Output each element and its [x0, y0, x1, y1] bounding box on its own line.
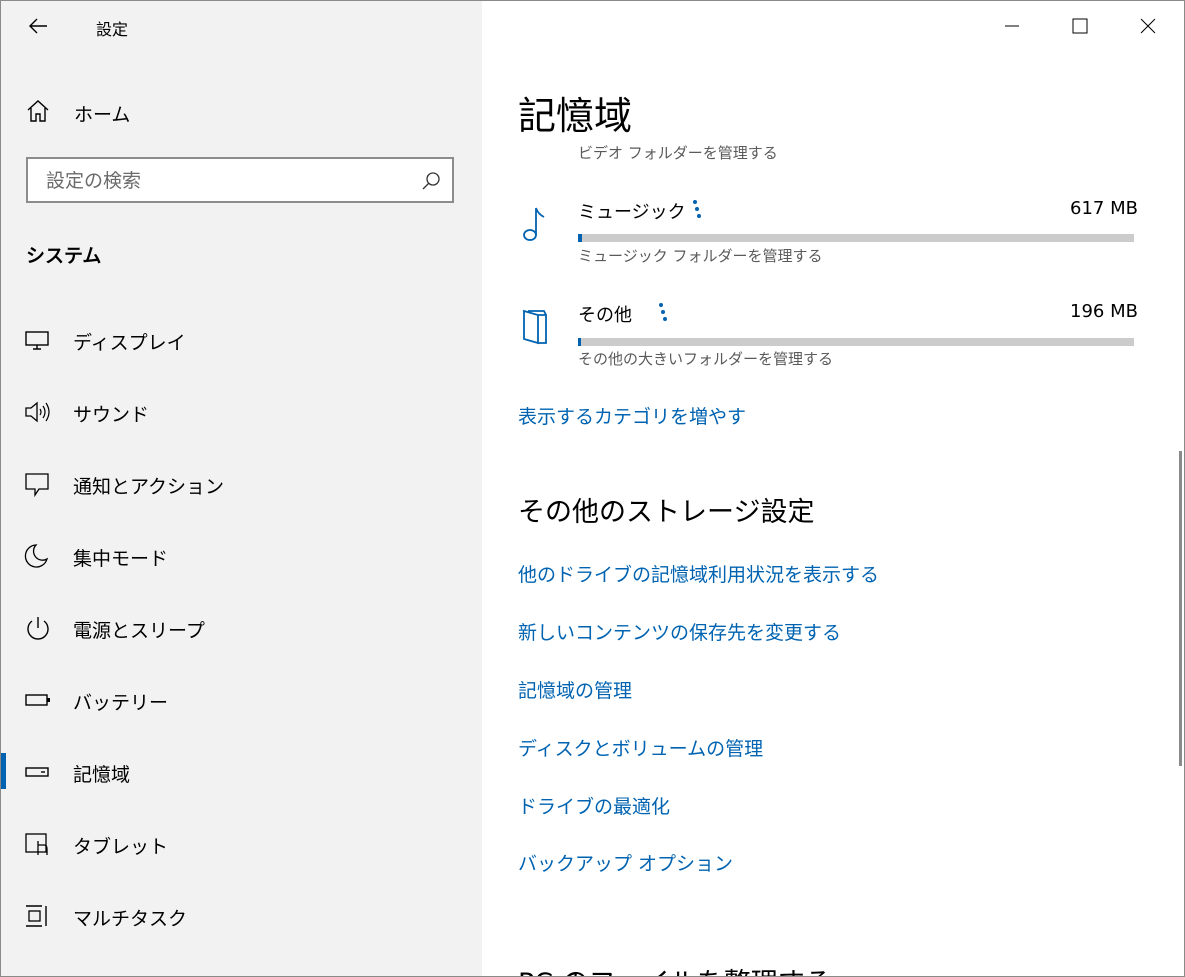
folder-icon — [523, 309, 547, 345]
multitask-icon — [26, 905, 47, 927]
category-desc: その他の大きいフォルダーを管理する — [578, 350, 834, 368]
sidebar-item-storage[interactable]: 記憶域 — [1, 749, 482, 795]
back-button[interactable] — [23, 11, 53, 41]
nav-home-label: ホーム — [74, 104, 131, 126]
close-icon — [1140, 18, 1156, 34]
category-name: その他 — [578, 305, 632, 326]
search-icon[interactable] — [420, 170, 442, 192]
usage-bar — [578, 338, 1134, 346]
back-arrow-icon — [29, 18, 47, 34]
category-other[interactable]: その他 196 MB その他の大きいフォルダーを管理する — [518, 301, 1138, 381]
sidebar-item-multitasking[interactable]: マルチタスク — [1, 893, 482, 939]
page-title: 記憶域 — [518, 94, 633, 138]
category-music[interactable]: ミュージック 617 MB ミュージック フォルダーを管理する — [518, 198, 1138, 278]
main-content: 記憶域 ビデオ フォルダーを管理する ミュージック 617 MB ミュージック … — [482, 1, 1184, 976]
category-desc: ミュージック フォルダーを管理する — [578, 247, 823, 265]
category-size: 196 MB — [1070, 301, 1138, 322]
sidebar: 設定 ホーム システム ディスプレイ — [1, 1, 482, 976]
monitor-icon — [25, 331, 49, 350]
usage-bar-fill — [578, 338, 582, 346]
optimize-drives-link[interactable]: ドライブの最適化 — [518, 792, 670, 819]
nav-home[interactable]: ホーム — [1, 89, 482, 133]
speaker-icon — [25, 401, 50, 423]
sidebar-item-power-sleep[interactable]: 電源とスリープ — [1, 605, 482, 651]
usage-bar — [578, 234, 1134, 242]
search-input[interactable] — [44, 167, 408, 195]
battery-icon — [25, 694, 50, 706]
sidebar-item-notifications[interactable]: 通知とアクション — [1, 461, 482, 507]
more-options-icon[interactable] — [658, 299, 668, 330]
sidebar-item-tablet[interactable]: タブレット — [1, 821, 482, 867]
video-manage-text: ビデオ フォルダーを管理する — [578, 144, 778, 162]
backup-options-link[interactable]: バックアップ オプション — [518, 849, 733, 876]
sidebar-item-label: 記憶域 — [73, 764, 131, 786]
show-more-categories-link[interactable]: 表示するカテゴリを増やす — [518, 402, 746, 429]
close-button[interactable] — [1114, 1, 1182, 51]
organize-files-heading: PC のファイルを整理する — [518, 961, 832, 976]
more-options-icon[interactable] — [692, 196, 702, 227]
storage-drive-icon — [25, 767, 49, 777]
sidebar-item-label: 集中モード — [73, 548, 169, 570]
change-save-location-link[interactable]: 新しいコンテンツの保存先を変更する — [518, 618, 841, 645]
tablet-icon — [25, 833, 48, 855]
sidebar-item-label: ディスプレイ — [73, 332, 186, 354]
sidebar-item-label: マルチタスク — [73, 908, 188, 930]
usage-bar-fill — [578, 234, 582, 242]
disk-volume-management-link[interactable]: ディスクとボリュームの管理 — [518, 734, 763, 761]
active-indicator — [1, 753, 6, 789]
sidebar-item-label: タブレット — [73, 836, 169, 858]
power-icon — [27, 617, 49, 640]
sidebar-item-label: 電源とスリープ — [73, 620, 205, 642]
manage-storage-spaces-link[interactable]: 記憶域の管理 — [518, 676, 632, 703]
notification-icon — [25, 473, 49, 497]
moon-icon — [24, 544, 49, 568]
sidebar-item-display[interactable]: ディスプレイ — [1, 317, 482, 363]
section-heading-system: システム — [26, 245, 102, 267]
view-other-drives-link[interactable]: 他のドライブの記憶域利用状況を表示する — [518, 560, 879, 587]
maximize-icon — [1072, 18, 1088, 34]
sidebar-item-label: バッテリー — [73, 692, 169, 714]
music-note-icon — [523, 207, 545, 241]
scrollbar[interactable] — [1179, 451, 1182, 766]
sidebar-item-label: 通知とアクション — [73, 476, 225, 498]
category-name: ミュージック — [578, 202, 686, 223]
app-title: 設定 — [96, 20, 129, 39]
home-icon — [27, 100, 49, 122]
more-storage-settings-heading: その他のストレージ設定 — [518, 497, 815, 528]
sidebar-item-sound[interactable]: サウンド — [1, 389, 482, 435]
sidebar-item-label: サウンド — [73, 404, 150, 426]
sidebar-item-battery[interactable]: バッテリー — [1, 677, 482, 723]
maximize-button[interactable] — [1046, 1, 1114, 51]
minimize-icon — [1005, 25, 1019, 27]
minimize-button[interactable] — [978, 1, 1046, 51]
category-size: 617 MB — [1070, 198, 1138, 219]
search-box — [26, 157, 454, 203]
settings-window: 設定 ホーム システム ディスプレイ — [0, 0, 1185, 977]
sidebar-item-focus-assist[interactable]: 集中モード — [1, 533, 482, 579]
